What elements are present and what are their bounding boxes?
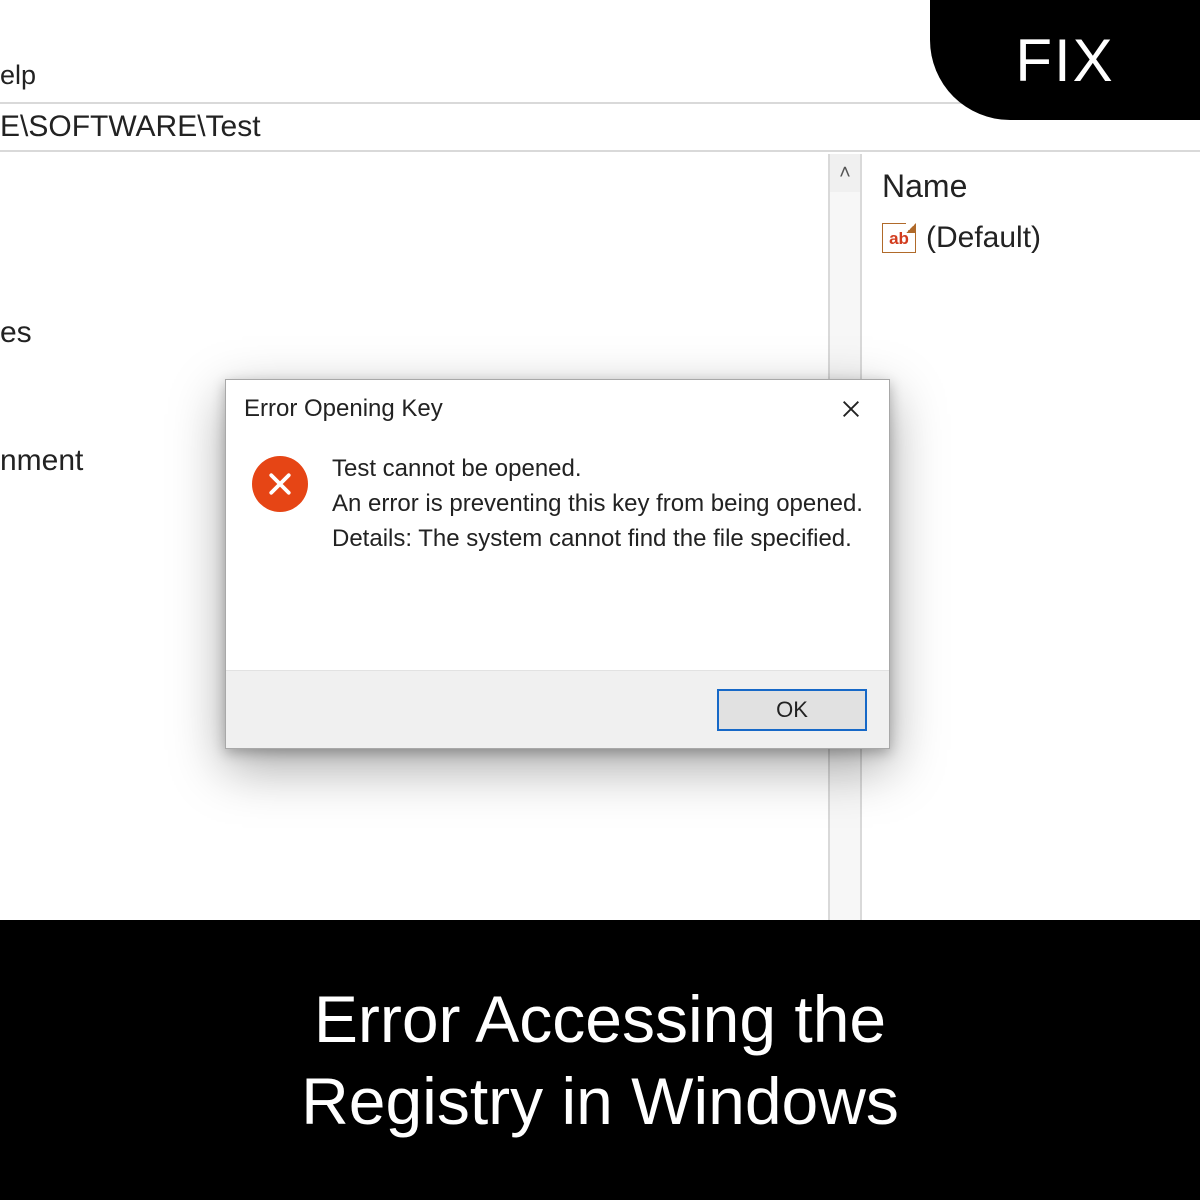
value-name: (Default) xyxy=(926,221,1041,255)
tree-item-label: es xyxy=(0,316,32,350)
values-pane[interactable]: Name ab (Default) xyxy=(862,154,1200,920)
dialog-title-text: Error Opening Key xyxy=(244,395,443,423)
dialog-line3: Details: The system cannot find the file… xyxy=(332,522,863,557)
tree-item[interactable]: es xyxy=(0,304,83,362)
address-path: E\SOFTWARE\Test xyxy=(0,110,261,144)
dialog-footer: OK xyxy=(226,670,889,748)
caption-line1: Error Accessing the xyxy=(314,982,886,1056)
tree-item-label: nment xyxy=(0,444,83,478)
tree-item[interactable]: nment xyxy=(0,432,83,490)
ok-button[interactable]: OK xyxy=(717,689,867,731)
menu-help[interactable]: elp xyxy=(0,60,36,90)
error-dialog: Error Opening Key Test cannot be opened.… xyxy=(225,379,890,749)
column-header-name[interactable]: Name xyxy=(882,168,1180,205)
dialog-line1: Test cannot be opened. xyxy=(332,452,863,487)
close-icon[interactable] xyxy=(829,387,873,431)
error-icon xyxy=(252,456,308,512)
dialog-line2: An error is preventing this key from bei… xyxy=(332,487,863,522)
fix-badge: FIX xyxy=(930,0,1200,120)
dialog-message: Test cannot be opened. An error is preve… xyxy=(332,452,863,670)
caption: Error Accessing the Registry in Windows xyxy=(0,920,1200,1200)
dialog-titlebar[interactable]: Error Opening Key xyxy=(226,380,889,438)
string-value-icon: ab xyxy=(882,223,916,253)
caption-line2: Registry in Windows xyxy=(301,1064,899,1138)
scroll-up-button[interactable]: ˄ xyxy=(830,154,860,192)
value-row-default[interactable]: ab (Default) xyxy=(882,221,1180,255)
